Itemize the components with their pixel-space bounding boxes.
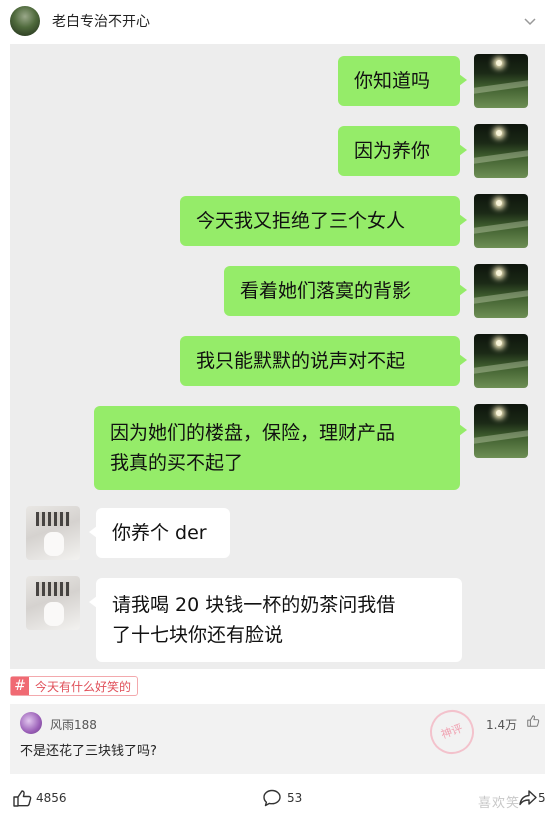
chevron-down-icon[interactable]	[522, 13, 538, 29]
watermark: 喜欢笑	[478, 796, 521, 811]
sender-avatar	[474, 194, 528, 248]
comment-like-count: 1.4万	[486, 718, 518, 732]
message-text: 我只能默默的说声对不起	[196, 350, 406, 372]
message-text: 因为她们的楼盘，保险，理财产品	[110, 422, 396, 444]
chat-bubble: 因为养你	[338, 126, 467, 176]
commenter-avatar[interactable]	[20, 712, 42, 734]
comment-text: 不是还花了三块钱了吗?	[20, 744, 157, 759]
message-text: 今天我又拒绝了三个女人	[196, 210, 406, 232]
message-text: 了十七块你还有脸说	[112, 624, 284, 646]
author-name[interactable]: 老白专治不开心	[52, 11, 150, 31]
chat-bubble: 我只能默默的说声对不起	[180, 336, 467, 386]
action-bar: 4856 53 喜欢笑 5	[0, 780, 555, 820]
message-text: 请我喝 20 块钱一杯的奶茶问我借	[112, 594, 396, 616]
comment-icon[interactable]	[262, 788, 282, 808]
chat-bubble: 请我喝 20 块钱一杯的奶茶问我借 了十七块你还有脸说	[89, 578, 462, 662]
chat-screenshot[interactable]: 你知道吗 因为养你 今天我又拒绝了三个女人 看着她们落寞的背影 我只能默默的说声…	[10, 44, 545, 669]
message-text: 看着她们落寞的背影	[240, 280, 412, 302]
hot-comment-stamp: 神评	[423, 703, 481, 761]
sender-avatar	[474, 124, 528, 178]
sender-avatar	[474, 334, 528, 388]
chat-bubble: 今天我又拒绝了三个女人	[180, 196, 467, 246]
sender-avatar	[474, 54, 528, 108]
chat-bubble: 看着她们落寞的背影	[224, 266, 467, 316]
chat-bubble: 因为她们的楼盘，保险，理财产品 我真的买不起了	[94, 406, 467, 490]
contact-avatar	[26, 506, 80, 560]
share-icon[interactable]	[518, 788, 538, 808]
message-text: 你养个 der	[112, 522, 207, 544]
topic-label: 今天有什么好笑的	[35, 679, 132, 694]
share-count[interactable]: 5	[538, 791, 546, 805]
comment-count[interactable]: 53	[287, 791, 302, 805]
thumbs-up-icon[interactable]	[526, 714, 540, 728]
chat-bubble: 你知道吗	[338, 56, 467, 106]
contact-avatar	[26, 576, 80, 630]
thumbs-up-icon[interactable]	[12, 788, 32, 808]
commenter-name[interactable]: 风雨188	[50, 716, 97, 733]
topic-tag[interactable]: # 今天有什么好笑的	[10, 676, 139, 696]
message-text: 我真的买不起了	[110, 452, 244, 474]
message-text: 因为养你	[354, 140, 431, 162]
like-count[interactable]: 4856	[36, 791, 67, 805]
hashtag-icon: #	[11, 677, 29, 695]
sender-avatar	[474, 264, 528, 318]
featured-comment[interactable]: 风雨188 神评 1.4万 不是还花了三块钱了吗?	[10, 703, 545, 774]
chat-bubble: 你养个 der	[89, 508, 230, 558]
author-avatar[interactable]	[10, 6, 40, 36]
post-header: 老白专治不开心	[0, 0, 555, 42]
sender-avatar	[474, 404, 528, 458]
message-text: 你知道吗	[354, 70, 431, 92]
